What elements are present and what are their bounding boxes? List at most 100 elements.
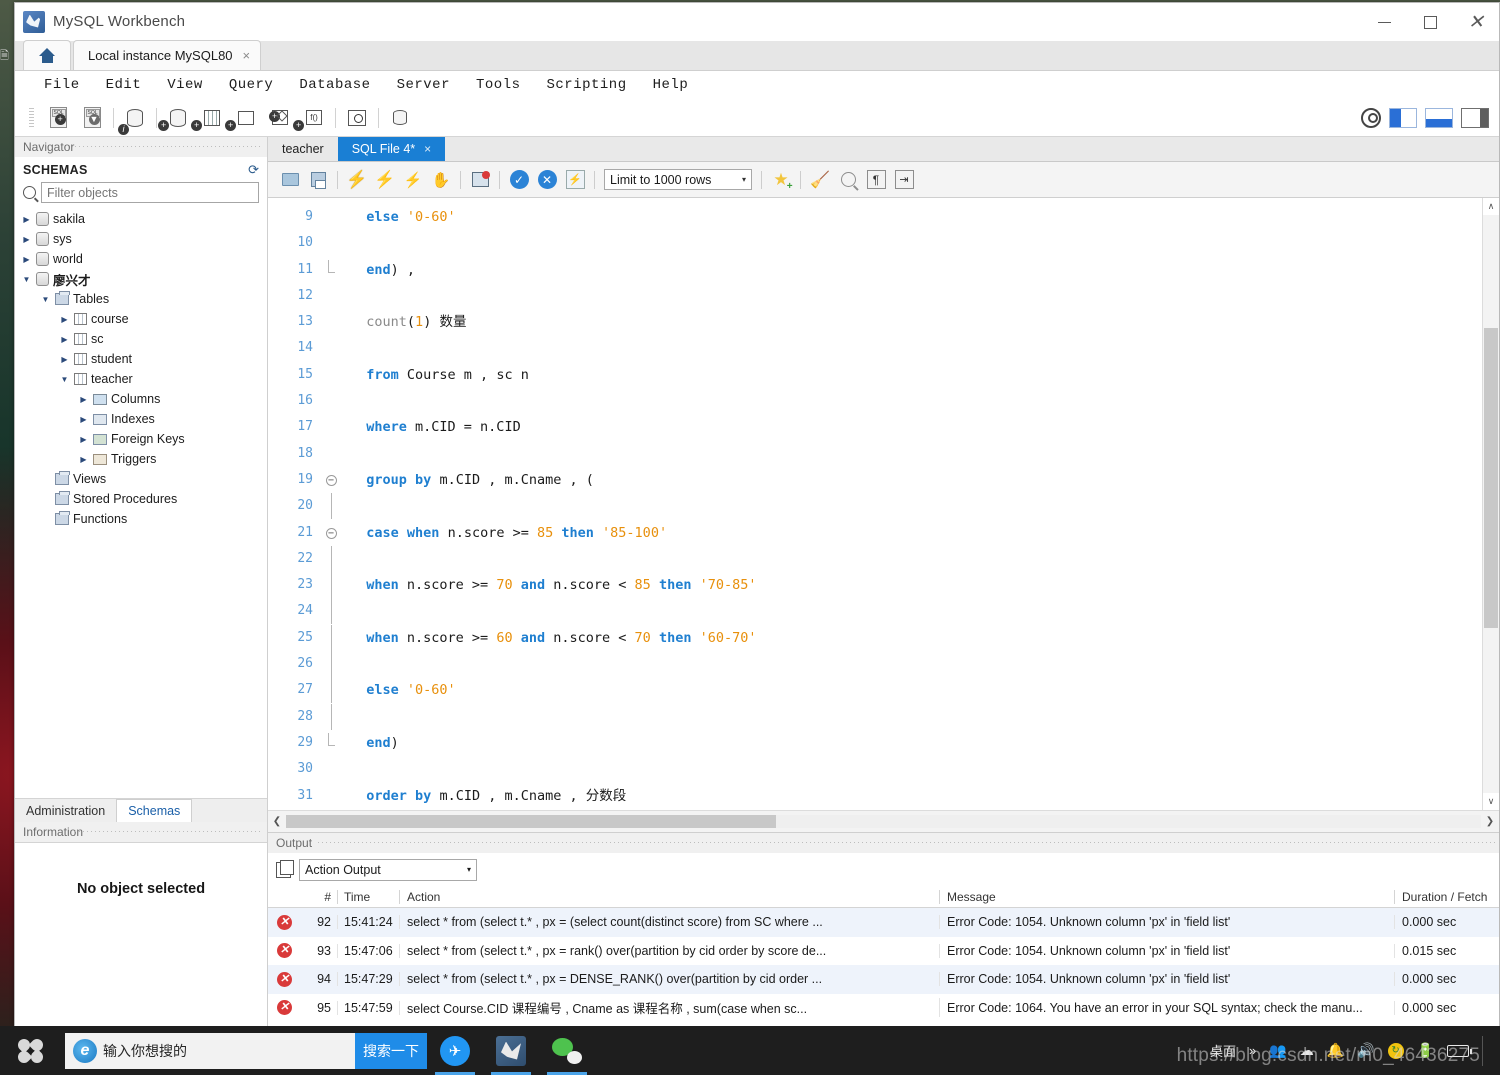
tree-item-triggers[interactable]: Triggers [15, 449, 267, 469]
people-icon[interactable]: 👥 [1269, 1042, 1286, 1059]
menu-file[interactable]: File [31, 74, 93, 96]
scrollbar-thumb[interactable] [1484, 328, 1498, 628]
menu-database[interactable]: Database [286, 74, 383, 96]
tree-item-廖兴才[interactable]: 廖兴才 [15, 269, 267, 289]
find-icon[interactable] [834, 166, 862, 194]
close-icon[interactable]: × [424, 142, 431, 156]
menu-view[interactable]: View [154, 74, 216, 96]
chevron-right-icon[interactable] [59, 335, 70, 344]
tree-item-stored-procedures[interactable]: Stored Procedures [15, 489, 267, 509]
code-line[interactable] [350, 493, 1482, 519]
tree-item-foreign-keys[interactable]: Foreign Keys [15, 429, 267, 449]
chevron-down-icon[interactable] [40, 295, 51, 304]
menu-query[interactable]: Query [216, 74, 287, 96]
open-file-icon[interactable] [276, 166, 304, 194]
editor-vertical-scrollbar[interactable]: ∧ ∨ [1482, 198, 1499, 810]
star-icon[interactable]: ★ [767, 166, 795, 194]
toggle-invisible-chars-icon[interactable]: ¶ [862, 166, 890, 194]
show-desktop-button[interactable] [1482, 1035, 1490, 1066]
tree-item-indexes[interactable]: Indexes [15, 409, 267, 429]
tree-item-sakila[interactable]: sakila [15, 209, 267, 229]
scroll-up-icon[interactable]: ∧ [1483, 198, 1499, 215]
code-line[interactable]: end) [350, 730, 1482, 756]
maximize-button[interactable] [1407, 3, 1453, 41]
code-line[interactable]: from Course m , sc n [350, 362, 1482, 388]
close-icon[interactable]: × [243, 48, 251, 63]
toggle-wrapping-icon[interactable]: ⇥ [890, 166, 918, 194]
scrollbar-thumb[interactable] [286, 815, 776, 828]
onedrive-icon[interactable]: ☁ [1300, 1042, 1314, 1059]
connection-tab-local-instance[interactable]: Local instance MySQL80 × [73, 40, 262, 70]
code-line[interactable] [350, 283, 1482, 309]
tree-item-student[interactable]: student [15, 349, 267, 369]
code-folding-column[interactable]: − − [320, 198, 342, 810]
scroll-right-icon[interactable]: ❯ [1481, 816, 1499, 827]
code-line[interactable]: count(1) 数量 [350, 309, 1482, 335]
show-hidden-icons-icon[interactable]: » [1249, 1043, 1256, 1058]
copy-icon[interactable] [276, 859, 294, 878]
chevron-right-icon[interactable] [78, 435, 89, 444]
close-button[interactable]: ✕ [1453, 3, 1499, 41]
new-function-icon[interactable]: f() + [293, 103, 331, 133]
code-line[interactable]: when n.score >= 60 and n.score < 70 then… [350, 625, 1482, 651]
beautify-icon[interactable]: 🧹 [806, 166, 834, 194]
taskbar-search-box[interactable]: e 输入你想搜的 [65, 1032, 355, 1069]
tree-item-sys[interactable]: sys [15, 229, 267, 249]
tab-administration[interactable]: Administration [15, 799, 116, 822]
tree-item-views[interactable]: Views [15, 469, 267, 489]
code-line[interactable] [350, 598, 1482, 624]
toolbar-grip[interactable] [29, 107, 34, 128]
menu-server[interactable]: Server [384, 74, 463, 96]
connection-info-icon[interactable]: i [118, 103, 152, 135]
tree-item-tables[interactable]: Tables [15, 289, 267, 309]
tree-item-teacher[interactable]: teacher [15, 369, 267, 389]
toggle-sidebar-icon[interactable] [1389, 107, 1417, 128]
taskbar-app-mysql-workbench[interactable] [483, 1026, 539, 1075]
volume-icon[interactable]: 🔊 [1357, 1042, 1374, 1059]
menu-tools[interactable]: Tools [463, 74, 534, 96]
filter-objects-input[interactable] [41, 182, 259, 203]
execute-icon[interactable]: ⚡ [343, 166, 371, 194]
fold-marker[interactable]: − [320, 467, 342, 493]
scroll-left-icon[interactable]: ❮ [268, 816, 286, 827]
tree-item-sc[interactable]: sc [15, 329, 267, 349]
code-line[interactable]: case when n.score >= 85 then '85-100' [350, 520, 1482, 546]
chevron-right-icon[interactable] [21, 235, 32, 244]
notification-bell-icon[interactable]: 🔔 [1327, 1042, 1344, 1059]
new-procedure-icon[interactable]: + [263, 103, 297, 133]
code-line[interactable] [350, 756, 1482, 782]
commit-icon[interactable]: ✓ [505, 166, 533, 194]
code-line[interactable]: when n.score >= 70 and n.score < 85 then… [350, 572, 1482, 598]
taskbar-app-wechat[interactable] [539, 1026, 595, 1075]
toggle-secondary-sidebar-icon[interactable] [1461, 107, 1489, 128]
tree-item-columns[interactable]: Columns [15, 389, 267, 409]
explain-icon[interactable]: ⚡ [399, 166, 427, 194]
menu-help[interactable]: Help [640, 74, 702, 96]
open-sql-script-icon[interactable]: ▼ [75, 103, 109, 133]
table-row[interactable]: ✕ 93 15:47:06 select * from (select t.* , p… [268, 937, 1499, 966]
code-content[interactable]: 9 10 11 12 13 14 15 16 17 18 19 20 21 22 23 24 25 26 27 28 2… [268, 198, 1482, 810]
chevron-right-icon[interactable] [78, 455, 89, 464]
execute-current-icon[interactable]: ⚡ [371, 166, 399, 194]
minimize-button[interactable] [1361, 3, 1407, 41]
sql-code-text[interactable]: else '0-60' end) , count(1) 数量 from Cour… [342, 198, 1482, 810]
new-schema-icon[interactable]: + [158, 103, 195, 133]
menu-scripting[interactable]: Scripting [534, 74, 640, 96]
chevron-down-icon[interactable] [21, 275, 32, 284]
stop-on-error-icon[interactable] [466, 166, 494, 194]
reverse-engineer-icon[interactable] [383, 103, 417, 133]
chevron-right-icon[interactable] [78, 395, 89, 404]
output-type-dropdown[interactable]: Action Output ▾ [299, 858, 477, 881]
save-file-icon[interactable] [304, 166, 332, 194]
chevron-right-icon[interactable] [21, 215, 32, 224]
update-icon[interactable]: ↻ [1387, 1042, 1404, 1059]
editor-tab-sql-file-4[interactable]: SQL File 4* × [337, 137, 446, 161]
chevron-right-icon[interactable] [59, 315, 70, 324]
tree-item-course[interactable]: course [15, 309, 267, 329]
scrollbar-track[interactable] [776, 815, 1481, 828]
autocommit-icon[interactable]: ⚡ [561, 166, 589, 194]
table-row[interactable]: ✕ 94 15:47:29 select * from (select t.* , p… [268, 965, 1499, 994]
code-line[interactable] [350, 546, 1482, 572]
table-row[interactable]: ✕ 95 15:47:59 select Course.CID 课程编号 , Cnam… [268, 994, 1499, 1023]
home-tab[interactable] [23, 40, 71, 70]
